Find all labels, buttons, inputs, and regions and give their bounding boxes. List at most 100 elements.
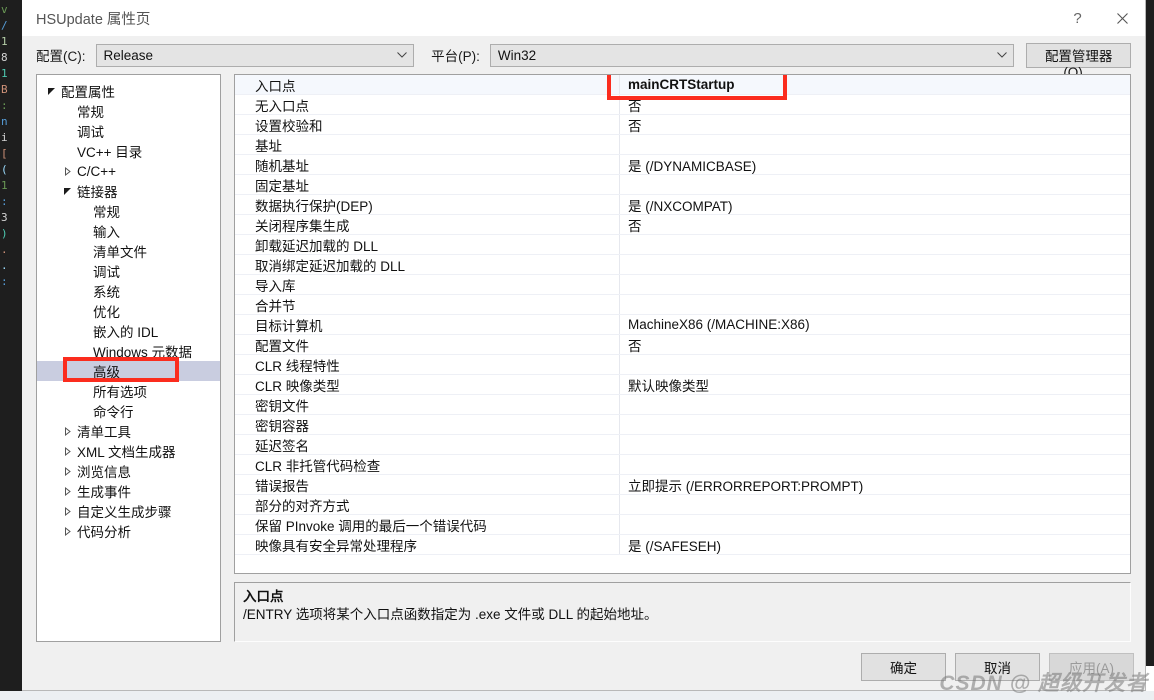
triangle-right-icon[interactable] xyxy=(59,466,75,476)
screen: v/1 8 1 B: n i[(1:3)..: HSUpdate 属性页 ? 配置(C):… xyxy=(0,0,1154,700)
triangle-right-icon[interactable] xyxy=(59,526,75,536)
tree-item-17[interactable]: 清单工具 xyxy=(37,421,220,441)
triangle-right-icon[interactable] xyxy=(59,426,75,436)
tree-item-16[interactable]: 命令行 xyxy=(37,401,220,421)
triangle-right-icon[interactable] xyxy=(59,506,75,516)
tree-item-13[interactable]: Windows 元数据 xyxy=(37,341,220,361)
column-splitter[interactable] xyxy=(619,135,620,154)
column-splitter[interactable] xyxy=(619,415,620,434)
property-value[interactable]: 立即提示 (/ERRORREPORT:PROMPT) xyxy=(620,475,863,495)
property-row[interactable]: CLR 非托管代码检查 xyxy=(235,455,1130,475)
column-splitter[interactable] xyxy=(619,515,620,534)
platform-select[interactable]: Win32 xyxy=(489,43,1015,67)
configuration-select[interactable]: Release xyxy=(95,43,415,67)
property-row[interactable]: 数据执行保护(DEP) 是 (/NXCOMPAT) xyxy=(235,195,1130,215)
tree-item-10[interactable]: 系统 xyxy=(37,281,220,301)
tree-item-label: 浏览信息 xyxy=(77,465,131,480)
property-row[interactable]: 密钥文件 xyxy=(235,395,1130,415)
property-row[interactable]: 卸载延迟加载的 DLL xyxy=(235,235,1130,255)
column-splitter[interactable] xyxy=(619,395,620,414)
property-tree-pane[interactable]: 配置属性 常规 调试 VC++ 目录 C/C++ 链接器 常规 输入 清单文件 调试 系统 优化 嵌入的… xyxy=(36,74,221,642)
close-icon[interactable] xyxy=(1100,0,1145,36)
triangle-right-icon[interactable] xyxy=(59,166,75,176)
column-splitter[interactable] xyxy=(619,455,620,474)
tree-item-0[interactable]: 配置属性 xyxy=(37,81,220,101)
property-row[interactable]: 目标计算机 MachineX86 (/MACHINE:X86) xyxy=(235,315,1130,335)
column-splitter[interactable] xyxy=(619,295,620,314)
property-grid[interactable]: 入口点 mainCRTStartup 无入口点否设置校验和否基址 随机基址是 (/DY… xyxy=(234,74,1131,574)
property-value[interactable]: 是 (/NXCOMPAT) xyxy=(620,195,733,215)
tree-item-18[interactable]: XML 文档生成器 xyxy=(37,441,220,461)
property-value[interactable]: mainCRTStartup xyxy=(620,77,735,92)
property-row[interactable]: 关闭程序集生成 否 xyxy=(235,215,1130,235)
triangle-down-icon[interactable] xyxy=(43,87,59,96)
property-name: 目标计算机 xyxy=(255,318,323,334)
property-name: 数据执行保护(DEP) xyxy=(255,198,373,214)
tree-item-5[interactable]: 链接器 xyxy=(37,181,220,201)
property-value[interactable]: 否 xyxy=(620,115,642,135)
column-splitter[interactable] xyxy=(619,235,620,254)
property-name: 卸载延迟加载的 DLL xyxy=(255,238,379,254)
property-row[interactable]: 无入口点 否 xyxy=(235,95,1130,115)
property-value[interactable]: 是 (/DYNAMICBASE) xyxy=(620,155,756,175)
property-row[interactable]: 导入库 xyxy=(235,275,1130,295)
property-row[interactable]: 基址 xyxy=(235,135,1130,155)
column-splitter[interactable] xyxy=(619,355,620,374)
tree-item-8[interactable]: 清单文件 xyxy=(37,241,220,261)
tree-item-2[interactable]: 调试 xyxy=(37,121,220,141)
tree-item-label: 常规 xyxy=(77,105,104,120)
tree-item-1[interactable]: 常规 xyxy=(37,101,220,121)
triangle-right-icon[interactable] xyxy=(59,486,75,496)
tree-item-21[interactable]: 自定义生成步骤 xyxy=(37,501,220,521)
triangle-down-icon[interactable] xyxy=(59,187,75,196)
property-name: 密钥容器 xyxy=(255,418,309,434)
property-row[interactable]: 密钥容器 xyxy=(235,415,1130,435)
column-splitter[interactable] xyxy=(619,255,620,274)
property-row[interactable]: 映像具有安全异常处理程序 是 (/SAFESEH) xyxy=(235,535,1130,555)
tree-item-3[interactable]: VC++ 目录 xyxy=(37,141,220,161)
tree-item-22[interactable]: 代码分析 xyxy=(37,521,220,541)
property-value[interactable]: 是 (/SAFESEH) xyxy=(620,535,721,555)
column-splitter[interactable] xyxy=(619,495,620,514)
configuration-manager-button[interactable]: 配置管理器(O)... xyxy=(1026,42,1131,80)
property-row[interactable]: 配置文件 否 xyxy=(235,335,1130,355)
column-splitter[interactable] xyxy=(619,175,620,194)
column-splitter[interactable] xyxy=(619,435,620,454)
tree-item-7[interactable]: 输入 xyxy=(37,221,220,241)
property-name: 合并节 xyxy=(255,298,296,314)
property-value[interactable]: MachineX86 (/MACHINE:X86) xyxy=(620,317,810,332)
tree-item-4[interactable]: C/C++ xyxy=(37,161,220,181)
property-row[interactable]: 设置校验和 否 xyxy=(235,115,1130,135)
tree-item-label: 系统 xyxy=(93,285,120,300)
tree-item-20[interactable]: 生成事件 xyxy=(37,481,220,501)
property-row[interactable]: 错误报告 立即提示 (/ERRORREPORT:PROMPT) xyxy=(235,475,1130,495)
property-row[interactable]: CLR 映像类型 默认映像类型 xyxy=(235,375,1130,395)
tree-item-19[interactable]: 浏览信息 xyxy=(37,461,220,481)
property-row[interactable]: 延迟签名 xyxy=(235,435,1130,455)
tree-item-11[interactable]: 优化 xyxy=(37,301,220,321)
property-row[interactable]: 部分的对齐方式 xyxy=(235,495,1130,515)
cancel-button[interactable]: 取消 xyxy=(955,652,1040,681)
property-row[interactable]: 合并节 xyxy=(235,295,1130,315)
property-row[interactable]: 取消绑定延迟加载的 DLL xyxy=(235,255,1130,275)
property-row[interactable]: 随机基址 是 (/DYNAMICBASE) xyxy=(235,155,1130,175)
tree-item-14[interactable]: 高级 xyxy=(37,361,220,381)
property-row[interactable]: CLR 线程特性 xyxy=(235,355,1130,375)
tree-item-15[interactable]: 所有选项 xyxy=(37,381,220,401)
property-row[interactable]: 固定基址 xyxy=(235,175,1130,195)
triangle-right-icon[interactable] xyxy=(59,446,75,456)
property-name: 入口点 xyxy=(255,78,296,94)
property-value[interactable]: 默认映像类型 xyxy=(620,375,709,395)
tree-item-12[interactable]: 嵌入的 IDL xyxy=(37,321,220,341)
dialog-body: 配置属性 常规 调试 VC++ 目录 C/C++ 链接器 常规 输入 清单文件 调试 系统 优化 嵌入的… xyxy=(22,74,1145,642)
property-value[interactable]: 否 xyxy=(620,95,642,115)
property-row[interactable]: 入口点 mainCRTStartup xyxy=(235,75,1130,95)
column-splitter[interactable] xyxy=(619,275,620,294)
property-value[interactable]: 否 xyxy=(620,215,642,235)
ok-button[interactable]: 确定 xyxy=(861,652,946,681)
tree-item-9[interactable]: 调试 xyxy=(37,261,220,281)
property-row[interactable]: 保留 PInvoke 调用的最后一个错误代码 xyxy=(235,515,1130,535)
property-value[interactable]: 否 xyxy=(620,335,642,355)
tree-item-6[interactable]: 常规 xyxy=(37,201,220,221)
help-icon[interactable]: ? xyxy=(1055,0,1100,36)
